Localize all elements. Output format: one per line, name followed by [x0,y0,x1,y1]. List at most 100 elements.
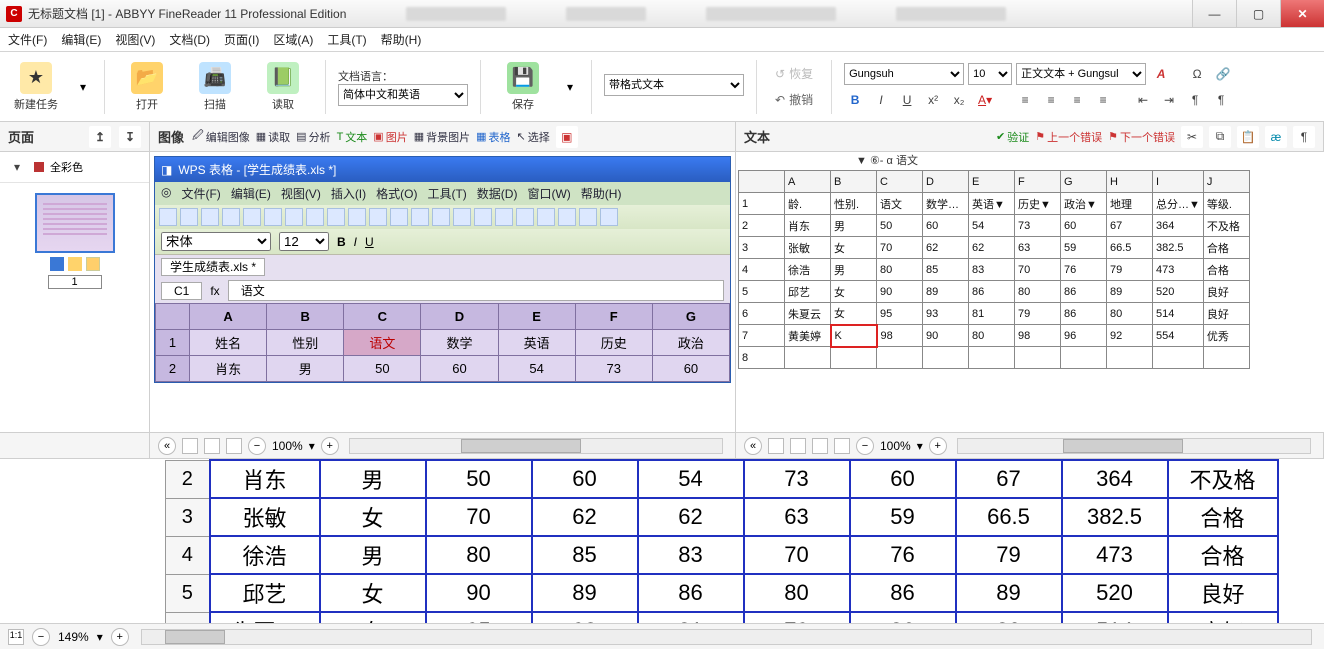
font-size-select[interactable]: 10 [968,63,1012,85]
link-icon[interactable]: 🔗 [1212,63,1234,85]
page-sort-desc-icon[interactable]: ↧ [119,126,141,148]
wps-cell-value[interactable]: 语文 [228,280,724,301]
link-icon-2[interactable]: æ [1265,126,1287,148]
menu-view[interactable]: 视图(V) [115,31,155,48]
collapse-up-icon[interactable]: « [744,437,762,455]
hscrollbar[interactable] [141,629,1312,645]
zoom-out-icon[interactable]: − [248,437,266,455]
subscript-button[interactable]: x₂ [948,89,970,111]
table-area-button[interactable]: ▦ 表格 [476,129,510,145]
bold-button[interactable]: B [844,89,866,111]
filter-dropdown-icon[interactable]: ▾ [6,156,28,178]
view-mode-icon[interactable] [182,438,198,454]
style-select[interactable]: 正文文本 + Gungsul [1016,63,1146,85]
wps-grid[interactable]: ABCDEFG 1姓名性别语文数学英语历史政治 2肖东男5060547360 [155,303,730,382]
maximize-button[interactable]: ▢ [1236,0,1280,27]
menu-area[interactable]: 区域(A) [273,31,313,48]
minimize-button[interactable]: — [1192,0,1236,27]
select-button[interactable]: ↖ 选择 [517,129,550,145]
indent-inc-button[interactable]: ⇥ [1158,89,1180,111]
wps-menu-help[interactable]: 帮助(H) [581,185,622,202]
font-style-icon[interactable]: A [1150,63,1172,85]
new-task-button[interactable]: ★新建任务 [6,62,66,112]
page-number[interactable]: 1 [48,275,102,289]
format-select[interactable]: 带格式文本 [604,74,744,96]
view-mode-icon[interactable] [834,438,850,454]
wps-menu-view[interactable]: 视图(V) [281,185,321,202]
prev-error-button[interactable]: ⚑ 上一个错误 [1035,129,1102,145]
undo-button[interactable]: ↶ 撤销 [769,89,819,111]
wps-tab[interactable]: 学生成绩表.xls * [161,258,265,276]
save-button[interactable]: 💾保存 [493,62,553,112]
recognized-text-table[interactable]: ABCDEFGHIJ1龄.性别.语文数学…英语▼历史▼政治▼地理总分…▼等级.2… [738,170,1250,369]
scan-button[interactable]: 📠扫描 [185,62,245,112]
menu-file[interactable]: 文件(F) [8,31,47,48]
wps-menu-format[interactable]: 格式(O) [376,185,417,202]
collapse-up-icon[interactable]: « [158,437,176,455]
thumb-open-icon[interactable] [68,257,82,271]
copy-icon[interactable]: ⧉ [1209,126,1231,148]
wps-menu-window[interactable]: 窗口(W) [527,185,570,202]
indent-dec-button[interactable]: ⇤ [1132,89,1154,111]
pic-area-button[interactable]: ▣ 图片 [373,129,407,145]
align-center-button[interactable]: ≡ [1040,89,1062,111]
show-marks-icon[interactable]: ¶ [1293,126,1315,148]
cut-icon[interactable]: ✂ [1181,126,1203,148]
zoom-out-icon[interactable]: − [32,628,50,646]
page-sort-asc-icon[interactable]: ↥ [89,126,111,148]
menu-edit[interactable]: 编辑(E) [61,31,101,48]
zoom-out-icon[interactable]: − [856,437,874,455]
analyze-button[interactable]: ▤ 分析 [296,129,330,145]
view-mode-icon[interactable] [768,438,784,454]
wps-menu-data[interactable]: 数据(D) [477,185,518,202]
view-mode-icon[interactable] [226,438,242,454]
font-color-button[interactable]: A▾ [974,89,996,111]
zoom-preview-table[interactable]: 2肖东男506054736067364不及格3张敏女706262635966.5… [165,459,1279,623]
zoom-in-icon[interactable]: + [321,437,339,455]
view-mode-icon[interactable] [204,438,220,454]
open-button[interactable]: 📂打开 [117,62,177,112]
superscript-button[interactable]: x² [922,89,944,111]
next-error-button[interactable]: ⚑ 下一个错误 [1108,129,1175,145]
underline-button[interactable]: U [896,89,918,111]
fit-icon[interactable]: 1:1 [8,629,24,645]
wps-font-select[interactable]: 宋体 [161,232,271,251]
zoom-in-icon[interactable]: + [111,628,129,646]
hscrollbar[interactable] [957,438,1311,454]
page-thumbnail[interactable] [35,193,115,253]
wps-size-select[interactable]: 12 [279,232,329,251]
align-right-button[interactable]: ≡ [1066,89,1088,111]
hscrollbar[interactable] [349,438,723,454]
menu-help[interactable]: 帮助(H) [381,31,422,48]
zoom-in-icon[interactable]: + [929,437,947,455]
align-justify-button[interactable]: ≡ [1092,89,1114,111]
omega-icon[interactable]: Ω [1186,63,1208,85]
wps-menu-insert[interactable]: 插入(I) [331,185,366,202]
wps-menu-edit[interactable]: 编辑(E) [231,185,271,202]
read-button[interactable]: 📗读取 [253,62,313,112]
wps-menu-tool[interactable]: 工具(T) [427,185,466,202]
wps-menu-file[interactable]: 文件(F) [181,185,220,202]
restore-button[interactable]: ↺ 恢复 [769,63,819,85]
view-mode-icon[interactable] [790,438,806,454]
wps-cell-ref[interactable]: C1 [161,282,202,300]
rtl-button[interactable]: ¶ [1210,89,1232,111]
crop-icon[interactable]: ▣ [556,126,578,148]
menu-document[interactable]: 文档(D) [169,31,210,48]
pilcrow-button[interactable]: ¶ [1184,89,1206,111]
edit-image-button[interactable]: 🖉 编辑图像 [192,127,250,146]
text-area-button[interactable]: T 文本 [337,129,368,145]
doc-language-select[interactable]: 简体中文和英语 [338,84,468,106]
verify-button[interactable]: ✔ 验证 [996,129,1029,145]
italic-button[interactable]: I [870,89,892,111]
menu-page[interactable]: 页面(I) [224,31,259,48]
align-left-button[interactable]: ≡ [1014,89,1036,111]
paste-icon[interactable]: 📋 [1237,126,1259,148]
menu-tool[interactable]: 工具(T) [327,31,366,48]
font-select[interactable]: Gungsuh [844,63,964,85]
read-button-2[interactable]: ▦ 读取 [256,129,290,145]
bg-pic-button[interactable]: ▦ 背景图片 [414,129,470,145]
close-button[interactable]: ✕ [1280,0,1324,27]
thumb-save-icon[interactable] [50,257,64,271]
view-mode-icon[interactable] [812,438,828,454]
